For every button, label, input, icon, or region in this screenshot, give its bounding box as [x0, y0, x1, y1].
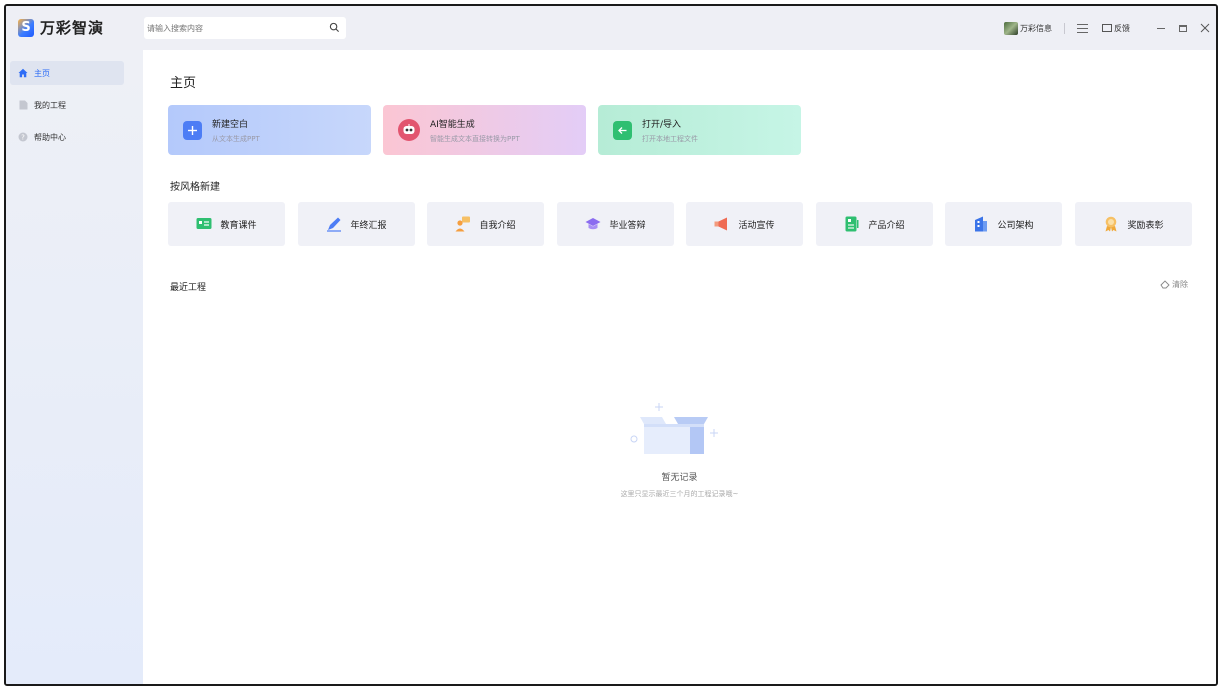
style-card-self-intro[interactable]: 自我介绍 [427, 202, 544, 246]
minimize-button[interactable] [1150, 17, 1172, 39]
card-subtitle: 智能生成文本直接转换为PPT [430, 134, 520, 143]
title-bar: S 万彩智演 万彩信息 反馈 [6, 6, 1216, 50]
page-title: 主页 [170, 76, 197, 91]
sidebar-item-label: 帮助中心 [34, 132, 66, 142]
style-card-label: 教育课件 [220, 220, 257, 231]
sidebar-item-label: 主页 [34, 68, 50, 78]
maximize-button[interactable] [1172, 17, 1194, 39]
graduation-cap-icon [585, 216, 601, 232]
medal-icon [1103, 216, 1119, 232]
empty-state-title: 暂无记录 [661, 473, 698, 483]
clear-label: 清除 [1172, 280, 1188, 289]
maximize-icon [1179, 24, 1187, 32]
search-icon[interactable] [329, 22, 340, 33]
divider [1064, 22, 1065, 34]
ai-generate-card[interactable]: AI智能生成 智能生成文本直接转换为PPT [383, 105, 586, 155]
plus-icon [183, 120, 202, 140]
empty-box-illustration [630, 403, 718, 454]
person-speech-icon [455, 216, 471, 232]
sidebar: 主页 我的工程 ? 帮助中心 [6, 50, 143, 684]
card-title: 新建空白 [212, 119, 249, 130]
feedback-button[interactable]: 反馈 [1102, 23, 1130, 34]
home-icon [18, 68, 28, 78]
app-name: 万彩智演 [40, 19, 105, 37]
user-account[interactable]: 万彩信息 [1004, 21, 1052, 35]
style-card-company-structure[interactable]: 公司架构 [945, 202, 1062, 246]
svg-text:?: ? [21, 134, 25, 142]
style-card-label: 公司架构 [997, 220, 1034, 231]
arrow-left-icon [613, 120, 632, 140]
sidebar-item-home[interactable]: 主页 [10, 61, 124, 85]
open-import-card[interactable]: 打开/导入 打开本地工程文件 [598, 105, 801, 155]
style-card-label: 产品介绍 [868, 220, 905, 231]
pen-icon [326, 216, 342, 232]
product-sheet-icon [844, 216, 860, 232]
robot-icon [398, 119, 420, 141]
style-card-graduation[interactable]: 毕业答辩 [557, 202, 674, 246]
menu-icon[interactable] [1077, 23, 1088, 33]
clear-button[interactable]: 清除 [1160, 279, 1188, 290]
close-button[interactable] [1194, 17, 1216, 39]
teaching-board-icon [196, 216, 212, 232]
search-box[interactable] [144, 17, 346, 39]
feedback-icon [1102, 24, 1112, 32]
style-section-title: 按风格新建 [170, 182, 220, 193]
style-card-label: 活动宣传 [738, 220, 775, 231]
recent-section-title: 最近工程 [170, 283, 207, 293]
help-icon: ? [18, 132, 28, 142]
megaphone-icon [714, 216, 730, 232]
minimize-icon [1157, 27, 1165, 29]
avatar[interactable] [1004, 21, 1018, 35]
style-card-awards[interactable]: 奖励表彰 [1075, 202, 1192, 246]
sidebar-item-my-projects[interactable]: 我的工程 [10, 93, 124, 117]
empty-state-subtitle: 这里只显示最近三个月的工程记录哦~ [620, 490, 739, 498]
user-name[interactable]: 万彩信息 [1020, 23, 1052, 34]
style-card-product-intro[interactable]: 产品介绍 [816, 202, 933, 246]
style-card-annual-report[interactable]: 年终汇报 [298, 202, 415, 246]
app-window: S 万彩智演 万彩信息 反馈 [4, 4, 1218, 686]
app-logo: S 万彩智演 [18, 17, 104, 38]
sidebar-item-label: 我的工程 [34, 100, 66, 110]
close-icon [1200, 23, 1210, 33]
title-bar-controls: 万彩信息 反馈 [1004, 6, 1216, 50]
style-card-label: 毕业答辩 [609, 220, 646, 231]
card-subtitle: 打开本地工程文件 [642, 134, 698, 143]
style-card-label: 奖励表彰 [1127, 220, 1164, 231]
feedback-label: 反馈 [1114, 23, 1130, 33]
eraser-icon [1160, 280, 1170, 289]
style-card-education[interactable]: 教育课件 [168, 202, 285, 246]
logo-icon: S [18, 18, 34, 37]
main-content: 主页 新建空白 从文本生成PPT AI智能生成 智能生成文本直接转换为PPT 打… [143, 50, 1216, 684]
search-input[interactable] [144, 18, 324, 38]
card-title: AI智能生成 [430, 119, 475, 130]
card-subtitle: 从文本生成PPT [212, 134, 260, 143]
style-card-label: 年终汇报 [350, 220, 387, 231]
file-icon [18, 100, 28, 110]
style-card-label: 自我介绍 [479, 220, 516, 231]
building-icon [973, 216, 989, 232]
sidebar-item-help[interactable]: ? 帮助中心 [10, 125, 124, 149]
card-title: 打开/导入 [642, 119, 682, 130]
new-blank-card[interactable]: 新建空白 从文本生成PPT [168, 105, 371, 155]
style-card-promotion[interactable]: 活动宣传 [686, 202, 803, 246]
